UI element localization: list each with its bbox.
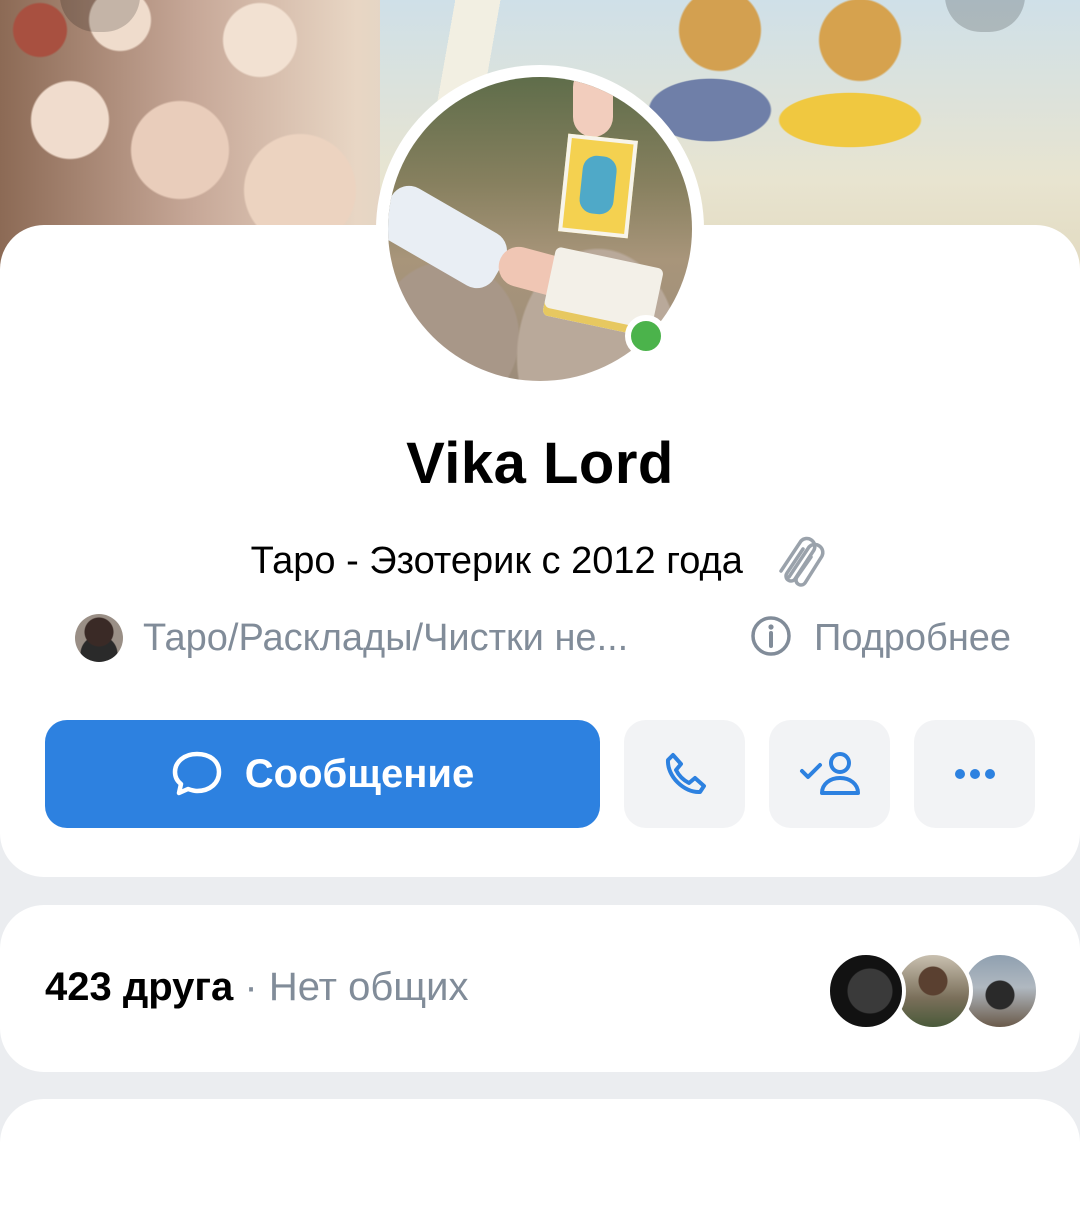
profile-name: Vika Lord — [406, 431, 674, 496]
friend-avatar — [826, 951, 906, 1031]
group-link[interactable]: Таро/Расклады/Чистки не... — [75, 613, 628, 663]
status-text: Таро - Эзотерик с 2012 года — [250, 540, 743, 583]
more-info-link[interactable]: Подробнее — [750, 613, 1011, 663]
more-horizontal-icon — [954, 769, 995, 779]
friends-count: 423 друга — [45, 965, 234, 1009]
phone-icon — [665, 753, 706, 794]
friends-separator: · — [233, 965, 269, 1009]
friend-added-icon — [799, 752, 860, 795]
friends-card[interactable]: 423 друга · Нет общих — [0, 905, 1080, 1072]
message-button-label: Сообщение — [244, 751, 475, 796]
group-link-label: Таро/Расклады/Чистки не... — [143, 616, 629, 659]
call-button[interactable] — [624, 720, 745, 828]
group-avatar — [75, 614, 123, 662]
online-indicator — [625, 315, 667, 357]
paperclip-icon — [767, 527, 829, 599]
friends-summary: 423 друга · Нет общих — [45, 965, 469, 1010]
message-bubble-icon — [172, 751, 222, 796]
info-icon — [750, 615, 792, 662]
next-section-card — [0, 1099, 1080, 1219]
profile-card: Vika Lord Таро - Эзотерик с 2012 года Та… — [0, 65, 1080, 877]
more-info-label: Подробнее — [814, 616, 1012, 659]
profile-status[interactable]: Таро - Эзотерик с 2012 года — [0, 527, 1080, 599]
friend-status-button[interactable] — [769, 720, 890, 828]
avatar[interactable] — [376, 65, 704, 393]
mutual-friends: Нет общих — [268, 965, 469, 1009]
message-button[interactable]: Сообщение — [45, 720, 600, 828]
more-button[interactable] — [914, 720, 1035, 828]
